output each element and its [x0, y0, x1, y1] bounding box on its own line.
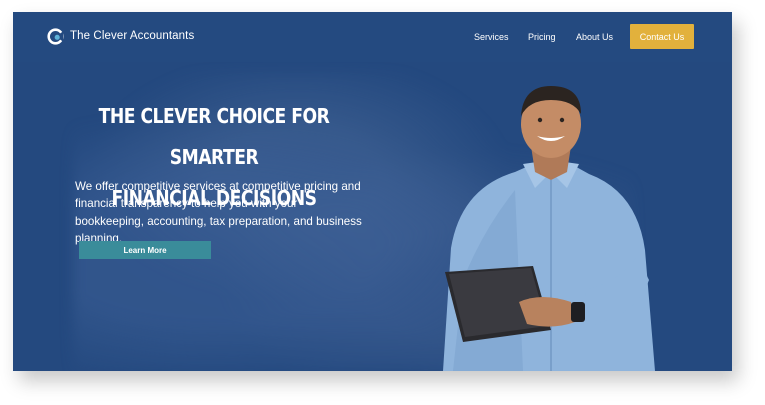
hero-section: The Clever Accountants Services Pricing …: [13, 12, 732, 371]
accountant-photo: [443, 86, 655, 371]
nav-about-us[interactable]: About Us: [576, 32, 613, 42]
navbar: The Clever Accountants Services Pricing …: [13, 12, 732, 62]
headline-line-1: THE CLEVER CHOICE FOR SMARTER: [98, 104, 330, 169]
nav-pricing[interactable]: Pricing: [528, 32, 556, 42]
learn-more-button[interactable]: Learn More: [79, 241, 211, 259]
brand-name[interactable]: The Clever Accountants: [70, 30, 194, 42]
nav-services[interactable]: Services: [474, 32, 509, 42]
hero-description: We offer competitive services at competi…: [75, 180, 362, 245]
c-logo-icon[interactable]: [47, 28, 64, 45]
contact-us-button[interactable]: Contact Us: [630, 24, 694, 49]
